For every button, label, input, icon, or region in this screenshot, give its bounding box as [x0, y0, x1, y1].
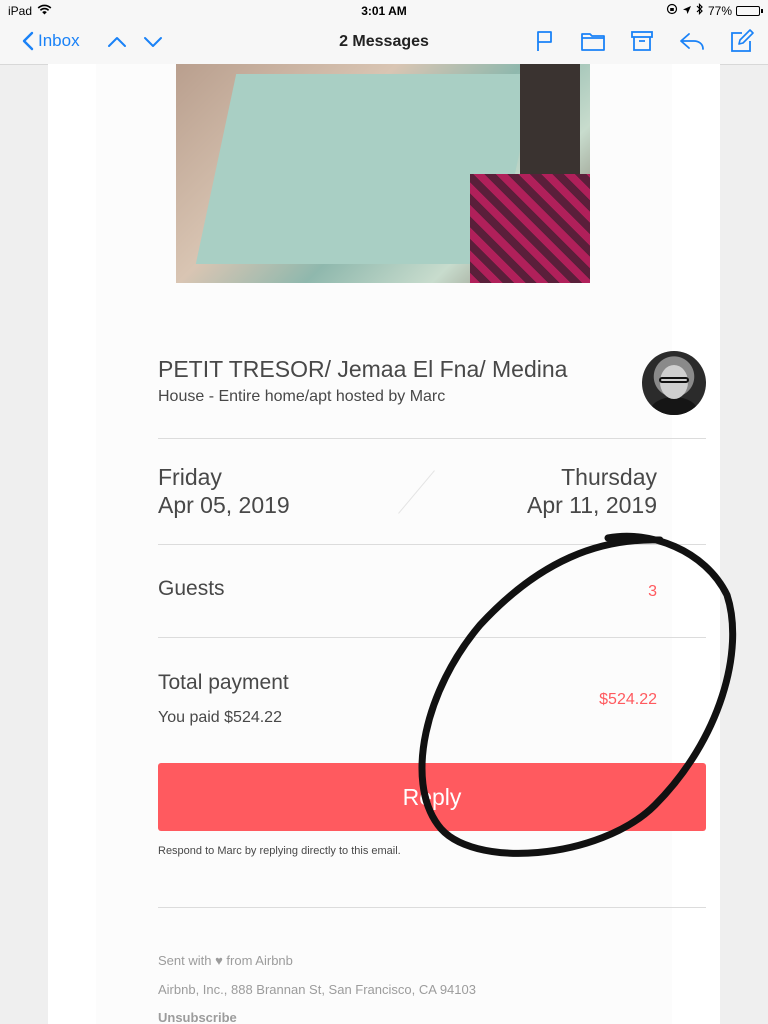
host-avatar[interactable]	[642, 351, 706, 415]
archive-icon[interactable]	[630, 29, 654, 53]
total-payment-label: Total payment	[158, 671, 289, 694]
rug-image	[470, 174, 590, 283]
wall-image	[520, 64, 580, 174]
you-paid-text: You paid $524.22	[158, 709, 282, 726]
listing-photo	[176, 64, 590, 283]
checkout-day: Thursday	[561, 464, 657, 490]
status-bar: iPad 3:01 AM 77%	[0, 0, 768, 22]
divider	[158, 637, 706, 638]
reply-button[interactable]: Reply	[158, 763, 706, 831]
date-separator	[398, 470, 435, 514]
battery-icon	[736, 5, 763, 16]
location-icon	[682, 4, 692, 18]
sent-with-airbnb: Sent with ♥ from Airbnb	[158, 953, 293, 968]
status-right: 77%	[666, 3, 763, 18]
reply-hint: Respond to Marc by replying directly to …	[158, 845, 401, 857]
email-body: PETIT TRESOR/ Jemaa El Fna/ Medina House…	[48, 64, 720, 1024]
airbnb-address: Airbnb, Inc., 888 Brannan St, San Franci…	[158, 982, 476, 997]
checkin-day: Friday	[158, 464, 222, 490]
checkin-date: Apr 05, 2019	[158, 492, 290, 518]
mail-navbar: Inbox 2 Messages	[0, 22, 768, 65]
avatar-body	[650, 397, 698, 415]
listing-subtitle: House - Entire home/apt hosted by Marc	[158, 388, 446, 405]
flag-icon[interactable]	[534, 29, 556, 53]
status-time: 3:01 AM	[361, 4, 407, 18]
divider	[158, 544, 706, 545]
divider	[158, 907, 706, 908]
folder-icon[interactable]	[580, 29, 606, 53]
listing-title: PETIT TRESOR/ Jemaa El Fna/ Medina	[158, 356, 568, 382]
divider	[158, 438, 706, 439]
avatar-glasses	[659, 377, 689, 383]
reply-arrow-icon[interactable]	[678, 29, 706, 53]
rotation-lock-icon	[666, 3, 678, 18]
total-payment-value: $524.22	[599, 691, 657, 708]
mail-actions	[534, 29, 754, 53]
compose-icon[interactable]	[730, 29, 754, 53]
unsubscribe-link[interactable]: Unsubscribe	[158, 1010, 237, 1024]
guests-value: 3	[648, 583, 657, 600]
guests-label: Guests	[158, 577, 225, 600]
checkout-date: Apr 11, 2019	[526, 492, 657, 518]
airbnb-email-card: PETIT TRESOR/ Jemaa El Fna/ Medina House…	[96, 64, 706, 1024]
bluetooth-icon	[696, 3, 704, 18]
battery-percent: 77%	[707, 3, 732, 18]
